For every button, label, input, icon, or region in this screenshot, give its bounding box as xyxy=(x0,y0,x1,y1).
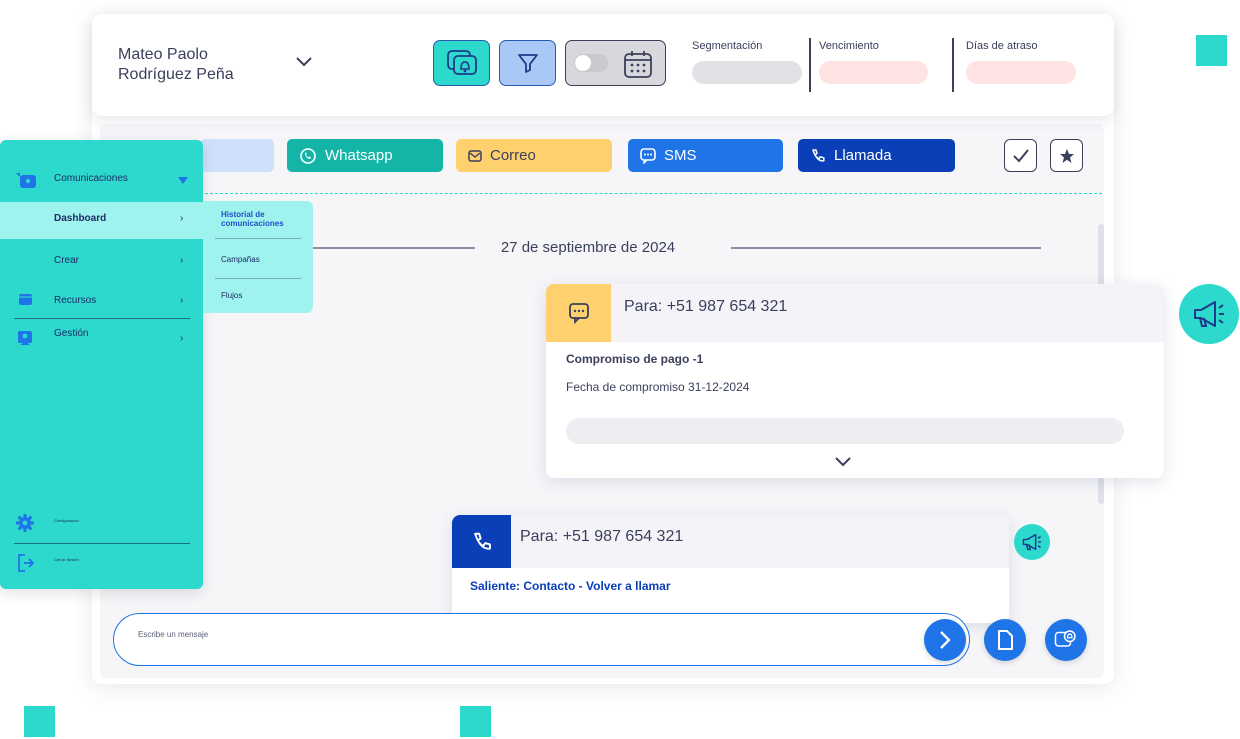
submenu-item-flujos[interactable]: Flujos xyxy=(221,291,242,300)
phone-icon xyxy=(473,532,491,550)
star-icon xyxy=(1059,148,1074,163)
mail-icon xyxy=(468,149,482,162)
campaign-badge-small[interactable] xyxy=(1014,524,1050,560)
filter-icon xyxy=(517,54,538,73)
phone-icon xyxy=(812,148,825,162)
notifications-button[interactable] xyxy=(433,40,490,86)
sms-icon xyxy=(568,303,589,325)
message-detail: Fecha de compromiso 31-12-2024 xyxy=(566,380,750,394)
sidebar-section-comunicaciones[interactable]: Comunicaciones xyxy=(54,173,128,184)
chat-notifications-button[interactable] xyxy=(1045,619,1087,661)
check-icon xyxy=(1012,148,1029,162)
message-recipient: Para: +51 987 654 321 xyxy=(624,298,788,315)
logout-icon[interactable] xyxy=(16,553,36,573)
calendar-toggle[interactable] xyxy=(565,40,666,86)
communications-icon xyxy=(16,173,36,188)
whatsapp-icon xyxy=(300,147,316,164)
message-content-placeholder xyxy=(566,418,1124,444)
message-title: Compromiso de pago -1 xyxy=(566,352,704,366)
megaphone-icon xyxy=(1022,533,1042,551)
whatsapp-button[interactable]: Whatsapp xyxy=(287,139,443,172)
filter-button[interactable] xyxy=(499,40,556,86)
chevron-right-icon: › xyxy=(180,213,184,224)
divider xyxy=(215,278,301,279)
chevron-right-icon xyxy=(940,631,951,649)
sms-channel-badge xyxy=(546,284,611,342)
decor-square-bottom-mid xyxy=(460,706,491,737)
chevron-right-icon: › xyxy=(180,333,184,344)
sidebar-item-recursos[interactable]: Recursos xyxy=(54,295,96,306)
favorite-button[interactable] xyxy=(1050,139,1083,172)
llamada-button[interactable]: Llamada xyxy=(798,139,955,172)
message-card-call[interactable]: Para: +51 987 654 321 Saliente: Contacto… xyxy=(452,515,1009,623)
sidebar-item-crear[interactable]: Crear xyxy=(54,255,79,266)
chat-bell-icon xyxy=(446,50,477,75)
dias-atraso-value xyxy=(966,61,1076,84)
campaign-badge[interactable] xyxy=(1179,284,1239,344)
chevron-right-icon: › xyxy=(180,255,184,266)
vencimiento-value xyxy=(819,61,928,84)
chat-bell-icon xyxy=(1054,630,1076,647)
check-button[interactable] xyxy=(1004,139,1037,172)
megaphone-icon xyxy=(1194,301,1224,327)
sms-icon xyxy=(640,147,656,164)
divider xyxy=(215,238,301,239)
toggle-switch[interactable] xyxy=(574,54,608,72)
submenu-item-campanas[interactable]: Campañas xyxy=(221,255,260,264)
sms-button[interactable]: SMS xyxy=(628,139,783,172)
message-input-placeholder: Escribe un mensaje xyxy=(138,630,209,639)
send-button[interactable] xyxy=(924,619,966,661)
sidebar-item-cerrar-sesion[interactable]: Cerrar Sesión xyxy=(54,557,79,562)
file-icon xyxy=(998,630,1013,650)
divider xyxy=(809,38,811,92)
sidebar-item-configuracion[interactable]: Configuración xyxy=(54,518,79,523)
call-channel-badge xyxy=(452,515,511,568)
segmentacion-value xyxy=(692,61,802,84)
segmentacion-label: Segmentación xyxy=(692,40,763,52)
chevron-down-icon[interactable] xyxy=(294,54,314,68)
date-line-left xyxy=(300,247,475,249)
message-title: Saliente: Contacto - Volver a llamar xyxy=(470,579,671,593)
sidebar-item-dashboard[interactable]: Dashboard xyxy=(54,213,106,224)
correo-button[interactable]: Correo xyxy=(456,139,612,172)
dias-atraso-label: Días de atraso xyxy=(966,40,1038,52)
all-channels-button[interactable] xyxy=(200,139,274,172)
submenu-item-historial[interactable]: Historial de comunicaciones xyxy=(221,210,291,228)
timeline-date: 27 de septiembre de 2024 xyxy=(500,239,676,256)
expand-chevron-icon[interactable] xyxy=(833,454,853,468)
divider xyxy=(952,38,954,92)
divider-dashed xyxy=(200,193,1102,194)
customer-name: Mateo Paolo Rodríguez Peña xyxy=(118,46,234,83)
calendar-icon xyxy=(624,51,652,78)
message-input[interactable]: Escribe un mensaje xyxy=(113,613,970,666)
date-line-right xyxy=(731,247,1041,249)
caret-down-icon[interactable] xyxy=(178,177,188,184)
message-recipient: Para: +51 987 654 321 xyxy=(520,528,684,545)
divider xyxy=(14,318,190,319)
decor-square-top-right xyxy=(1196,35,1227,66)
chevron-right-icon: › xyxy=(180,295,184,306)
divider xyxy=(14,543,190,544)
resources-icon xyxy=(19,294,32,305)
message-card-sms[interactable]: Para: +51 987 654 321 Compromiso de pago… xyxy=(546,284,1164,478)
vencimiento-label: Vencimiento xyxy=(819,40,879,52)
sidebar-item-gestion[interactable]: Gestión xyxy=(54,328,88,339)
gear-icon[interactable] xyxy=(15,513,35,533)
decor-square-bottom-left xyxy=(24,706,55,737)
management-icon xyxy=(18,331,32,345)
attach-file-button[interactable] xyxy=(984,619,1026,661)
